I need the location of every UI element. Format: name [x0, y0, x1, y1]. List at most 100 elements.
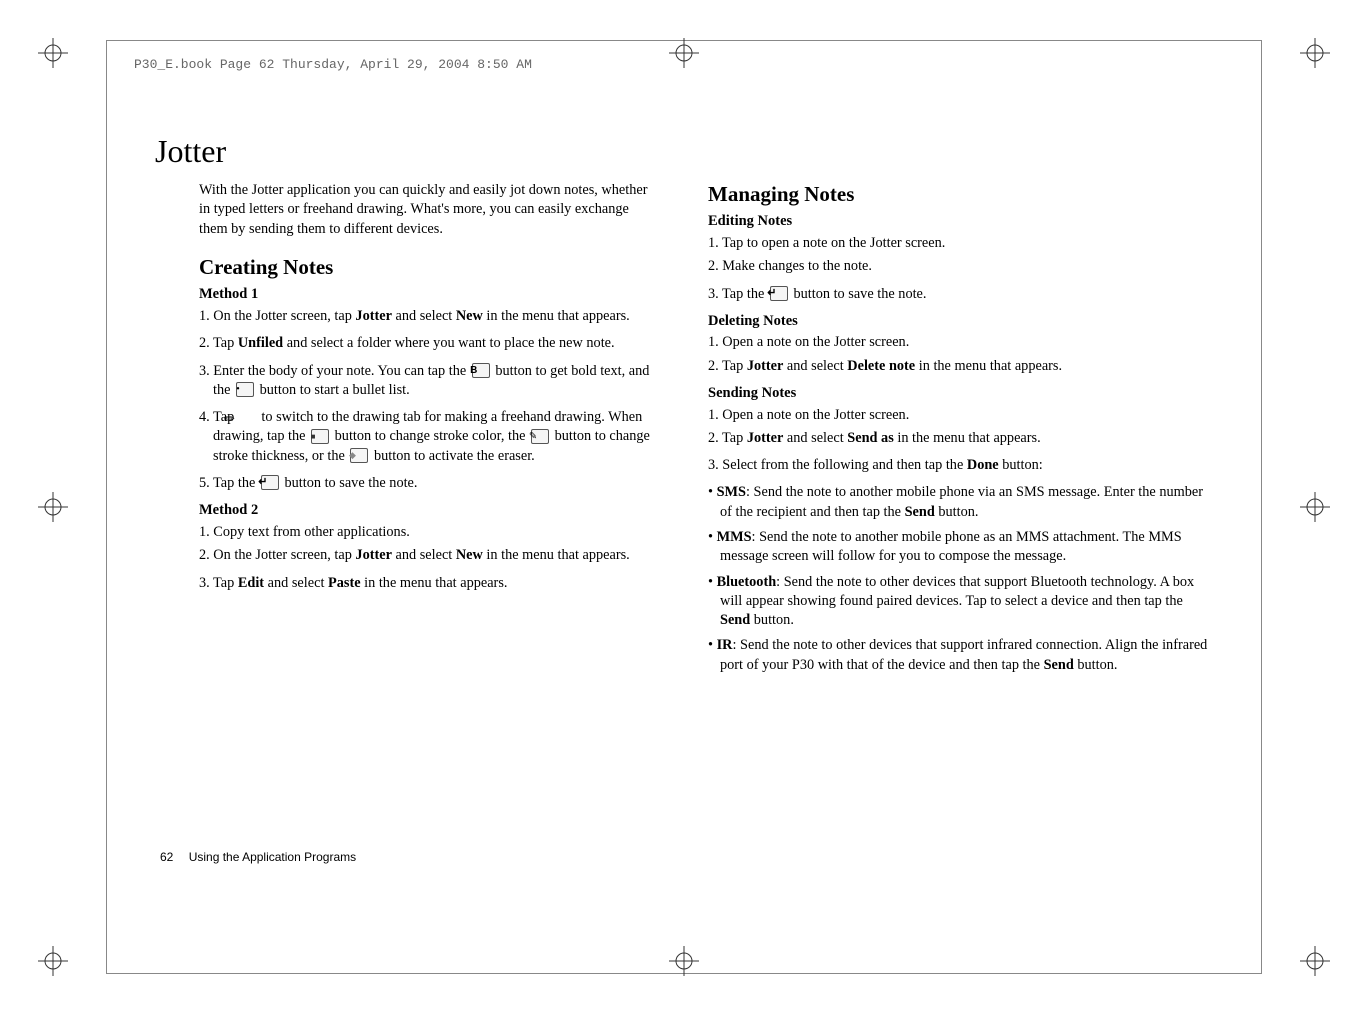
bullet-mms: MMS: Send the note to another mobile pho… [708, 528, 1213, 567]
page-number: 62 [160, 850, 173, 864]
step-text: 2. Tap Jotter and select Delete note in … [708, 357, 1213, 376]
heading-creating-notes: Creating Notes [199, 253, 660, 281]
stroke-color-button-icon [311, 429, 329, 444]
ui-ref-new: New [456, 547, 483, 563]
step-text: 2. Tap Jotter and select Send as in the … [708, 429, 1213, 448]
text: button. [750, 612, 794, 628]
text: in the menu that appears. [894, 430, 1041, 446]
ui-ref-jotter: Jotter [355, 308, 392, 324]
heading-method-2: Method 2 [199, 501, 660, 521]
ui-ref-jotter: Jotter [747, 430, 784, 446]
text: in the menu that appears. [483, 308, 630, 324]
footer-section: Using the Application Programs [189, 850, 356, 864]
save-button-icon [261, 475, 279, 490]
text: in the menu that appears. [361, 575, 508, 591]
text: : Send the note to other devices that su… [720, 574, 1194, 609]
ui-ref-jotter: Jotter [355, 547, 392, 563]
crop-mark-icon [669, 946, 699, 976]
step-text: 3. Enter the body of your note. You can … [199, 362, 660, 401]
ui-ref-unfiled: Unfiled [238, 335, 283, 351]
text: and select [264, 575, 328, 591]
right-column: Managing Notes Editing Notes 1. Tap to o… [708, 130, 1213, 884]
step-text: 1. On the Jotter screen, tap Jotter and … [199, 307, 660, 326]
ui-ref-mms: MMS [717, 529, 752, 545]
text: 3. Enter the body of your note. You can … [199, 363, 470, 379]
crop-mark-icon [1300, 492, 1330, 522]
crop-mark-icon [1300, 946, 1330, 976]
text: button. [1074, 657, 1118, 673]
text: 2. Tap [708, 358, 747, 374]
left-column: Jotter With the Jotter application you c… [155, 130, 660, 884]
text: and select [783, 430, 847, 446]
bullet-bluetooth: Bluetooth: Send the note to other device… [708, 573, 1213, 631]
text: 2. Tap [708, 430, 747, 446]
content-area: Jotter With the Jotter application you c… [155, 130, 1213, 884]
text: button. [935, 504, 979, 520]
heading-editing-notes: Editing Notes [708, 212, 1213, 232]
bullet-ir: IR: Send the note to other devices that … [708, 636, 1213, 675]
text: and select [783, 358, 847, 374]
ui-ref-send: Send [720, 612, 750, 628]
bold-button-icon: B [472, 363, 490, 378]
ui-ref-delete-note: Delete note [847, 358, 915, 374]
ui-ref-bluetooth: Bluetooth [717, 574, 777, 590]
ui-ref-new: New [456, 308, 483, 324]
heading-sending-notes: Sending Notes [708, 384, 1213, 404]
intro-paragraph: With the Jotter application you can quic… [199, 181, 660, 239]
bullet-button-icon [236, 382, 254, 397]
text: button: [999, 457, 1043, 473]
text: 1. On the Jotter screen, tap [199, 308, 355, 324]
crop-mark-icon [669, 38, 699, 68]
text: 2. On the Jotter screen, tap [199, 547, 355, 563]
step-text: 1. Open a note on the Jotter screen. [708, 333, 1213, 352]
bullet-sms: SMS: Send the note to another mobile pho… [708, 483, 1213, 522]
ui-ref-sms: SMS [717, 484, 746, 500]
text: button to start a bullet list. [256, 382, 410, 398]
heading-managing-notes: Managing Notes [708, 180, 1213, 208]
save-button-icon [770, 286, 788, 301]
step-text: 5. Tap the button to save the note. [199, 474, 660, 493]
text: and select [392, 547, 456, 563]
crop-mark-icon [38, 38, 68, 68]
heading-deleting-notes: Deleting Notes [708, 312, 1213, 332]
text: 3. Select from the following and then ta… [708, 457, 967, 473]
crop-mark-icon [1300, 38, 1330, 68]
ui-ref-send-as: Send as [847, 430, 894, 446]
step-text: 1. Copy text from other applications. [199, 523, 660, 542]
stroke-thickness-button-icon [531, 429, 549, 444]
text: 2. Tap [199, 335, 238, 351]
text: button to activate the eraser. [370, 448, 534, 464]
ui-ref-done: Done [967, 457, 999, 473]
ui-ref-paste: Paste [328, 575, 361, 591]
text: : Send the note to another mobile phone … [720, 529, 1182, 564]
ui-ref-send: Send [1044, 657, 1074, 673]
ui-ref-jotter: Jotter [747, 358, 784, 374]
step-text: 3. Select from the following and then ta… [708, 456, 1213, 475]
ui-ref-ir: IR [717, 637, 733, 653]
text: and select [392, 308, 456, 324]
text: in the menu that appears. [915, 358, 1062, 374]
step-text: 1. Tap to open a note on the Jotter scre… [708, 234, 1213, 253]
header-stamp: P30_E.book Page 62 Thursday, April 29, 2… [134, 57, 532, 72]
text: 5. Tap the [199, 475, 259, 491]
crop-mark-icon [38, 492, 68, 522]
text: and select a folder where you want to pl… [283, 335, 614, 351]
page-footer: 62 Using the Application Programs [160, 850, 356, 864]
eraser-button-icon [350, 448, 368, 463]
step-text: 3. Tap Edit and select Paste in the menu… [199, 574, 660, 593]
page-title: Jotter [155, 130, 660, 173]
drawing-tab-icon [238, 410, 258, 424]
text: 3. Tap the [708, 286, 768, 302]
heading-method-1: Method 1 [199, 285, 660, 305]
text: button to save the note. [281, 475, 418, 491]
text: button to change stroke color, the [331, 428, 529, 444]
step-text: 3. Tap the button to save the note. [708, 285, 1213, 304]
text: 3. Tap [199, 575, 238, 591]
text: in the menu that appears. [483, 547, 630, 563]
ui-ref-send: Send [905, 504, 935, 520]
text: : Send the note to other devices that su… [720, 637, 1207, 672]
ui-ref-edit: Edit [238, 575, 264, 591]
text: button to save the note. [790, 286, 927, 302]
step-text: 2. Make changes to the note. [708, 257, 1213, 276]
step-text: 2. Tap Unfiled and select a folder where… [199, 334, 660, 353]
